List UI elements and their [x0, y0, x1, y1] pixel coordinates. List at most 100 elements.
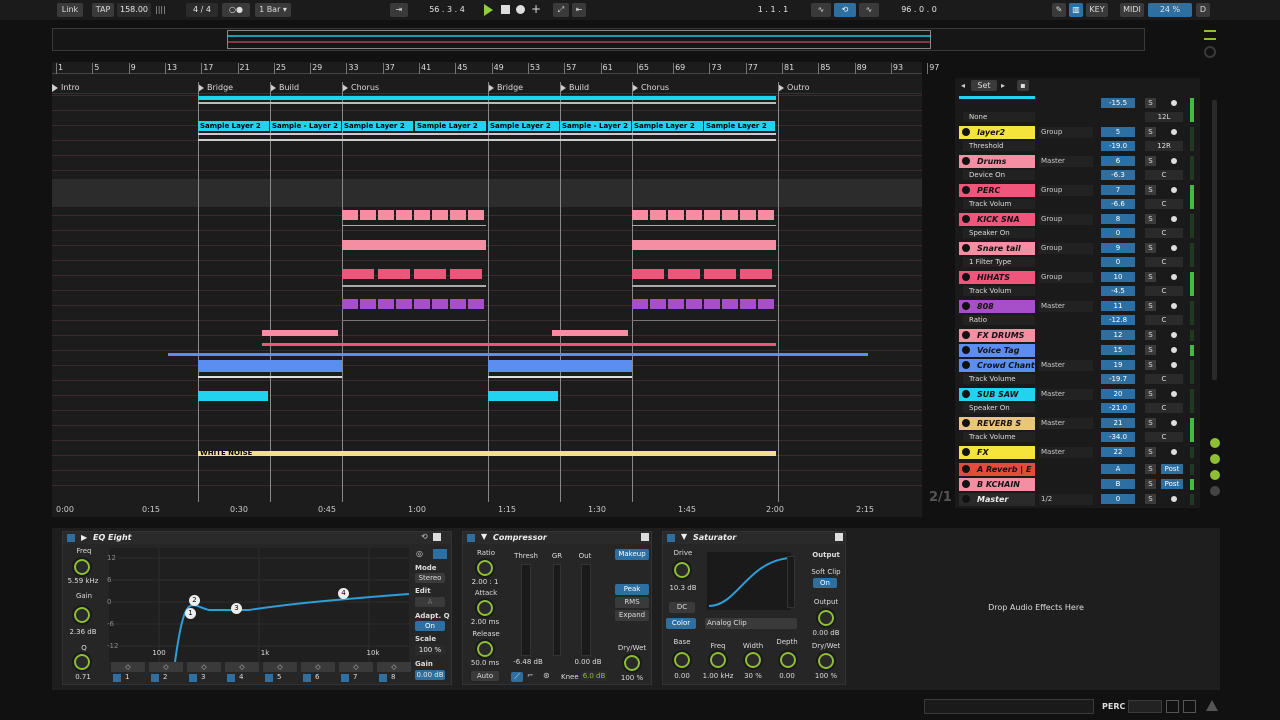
pan-field[interactable]: C — [1145, 257, 1183, 267]
bar-number[interactable]: 33 — [346, 63, 359, 74]
mixer-track-row[interactable]: PERC Group 7 S Track Volum -6.6 C — [955, 183, 1200, 212]
pan-field[interactable]: 12R — [1145, 141, 1183, 151]
clip-region[interactable] — [668, 210, 684, 220]
clip-region[interactable] — [450, 210, 466, 220]
arm-button[interactable] — [1171, 347, 1177, 353]
eq-point-2[interactable]: 2 — [189, 595, 200, 606]
sat-softclip-toggle[interactable]: On — [813, 578, 837, 588]
track-fold-icon[interactable] — [962, 273, 970, 281]
track-number[interactable]: 21 — [1101, 418, 1135, 428]
solo-button[interactable]: S — [1145, 127, 1156, 137]
pan-field[interactable]: C — [1145, 432, 1183, 442]
clip-region[interactable] — [488, 360, 632, 372]
volume-field[interactable]: -4.5 — [1101, 286, 1135, 296]
solo-button[interactable]: S — [1145, 185, 1156, 195]
midi-map-button[interactable]: MIDI — [1120, 3, 1144, 17]
send-post-button[interactable]: Post — [1161, 479, 1183, 489]
bar-number[interactable]: 77 — [745, 63, 758, 74]
eq-point-3[interactable]: 3 — [231, 603, 242, 614]
time-mark[interactable]: 0:45 — [318, 505, 336, 514]
time-mark[interactable]: 1:15 — [498, 505, 516, 514]
mixer-track-row[interactable]: layer2 Group 5 S Threshold -19.0 12R — [955, 125, 1200, 154]
arm-button[interactable] — [1171, 449, 1177, 455]
track-name[interactable]: Crowd Chant — [959, 359, 1035, 372]
automation-lane-chooser[interactable]: Track Volume — [963, 432, 1035, 442]
eq-band-enable[interactable] — [341, 674, 349, 682]
clip-region[interactable] — [342, 240, 486, 250]
eq-band-enable[interactable] — [189, 674, 197, 682]
track-fold-icon[interactable] — [962, 448, 970, 456]
output-routing[interactable]: Master — [1039, 360, 1093, 371]
track-name[interactable]: HIHATS — [959, 271, 1035, 284]
arm-button[interactable] — [1171, 245, 1177, 251]
mixer-track-row[interactable]: A Reverb | E A S Post — [955, 462, 1200, 477]
clip-region[interactable] — [262, 330, 338, 336]
mixer-track-row[interactable]: 808 Master 11 S Ratio -12.8 C — [955, 299, 1200, 328]
eq-band-filter-button[interactable]: ◇ — [187, 662, 221, 672]
arm-button[interactable] — [1171, 362, 1177, 368]
clip-region[interactable] — [632, 299, 648, 309]
bar-number[interactable]: 85 — [818, 63, 830, 74]
forward-icon[interactable]: ▸ — [1001, 81, 1005, 90]
eq-band-filter-button[interactable]: ◇ — [301, 662, 335, 672]
solo-button[interactable]: S — [1145, 330, 1156, 340]
browser-toggle-icon[interactable] — [1204, 30, 1216, 40]
solo-button[interactable]: S — [1145, 479, 1156, 489]
clip-region[interactable] — [450, 269, 482, 279]
mixer-scrollbar[interactable] — [1212, 100, 1217, 380]
audio-clip[interactable]: Sample - Layer 2 — [270, 121, 341, 131]
track-number[interactable]: 10 — [1101, 272, 1135, 282]
track-fold-icon[interactable] — [962, 128, 970, 136]
pan-field[interactable]: C — [1145, 315, 1183, 325]
clip-region[interactable] — [632, 240, 776, 250]
clip-region[interactable] — [758, 210, 774, 220]
bar-number[interactable]: 37 — [382, 63, 395, 74]
track-fold-icon[interactable] — [962, 215, 970, 223]
spectrum-icon[interactable] — [433, 549, 447, 559]
time-mark[interactable]: 2:00 — [766, 505, 784, 514]
track-lanes[interactable]: Sample Layer 2 Sample - Layer 2 Sample Lay… — [52, 82, 922, 502]
solo-button[interactable]: S — [1145, 301, 1156, 311]
track-fold-icon[interactable] — [962, 186, 970, 194]
solo-button[interactable]: S — [1145, 447, 1156, 457]
output-routing[interactable]: Master — [1039, 418, 1093, 429]
track-number[interactable]: A — [1101, 464, 1135, 474]
punch-button[interactable]: ⇤ — [572, 3, 586, 17]
time-mark[interactable]: 1:30 — [588, 505, 606, 514]
track-number[interactable]: 15 — [1101, 345, 1135, 355]
clip-region[interactable] — [198, 376, 342, 378]
eq-band-filter-button[interactable]: ◇ — [225, 662, 259, 672]
clip-region[interactable] — [198, 391, 268, 401]
clip-region[interactable] — [262, 343, 776, 346]
audio-clip[interactable]: WHITE NOISE — [198, 451, 776, 456]
mixer-track-row[interactable]: Voice Tag 15 S — [955, 343, 1200, 358]
output-routing[interactable]: Master — [1039, 156, 1093, 167]
bar-number[interactable]: 53 — [527, 63, 540, 74]
locator-marker[interactable]: Outro — [778, 82, 810, 94]
track-name[interactable]: SUB SAW — [959, 388, 1035, 401]
track-fold-icon[interactable] — [962, 331, 970, 339]
bar-number[interactable]: 73 — [709, 63, 722, 74]
eq-edit-switch[interactable]: A — [415, 597, 445, 607]
bar-number[interactable]: 21 — [237, 63, 250, 74]
automation-lane-chooser[interactable]: Device On — [963, 170, 1035, 180]
mixer-track-row[interactable]: Drums Master 6 S Device On -6.3 C — [955, 154, 1200, 183]
clip-region[interactable] — [686, 210, 702, 220]
arrangement-overview[interactable] — [52, 28, 1145, 51]
time-mark[interactable]: 0:30 — [230, 505, 248, 514]
track-name[interactable]: PERC — [959, 184, 1035, 197]
bar-number[interactable]: 9 — [128, 63, 136, 74]
loop-switch-icon[interactable]: ⟲ — [834, 3, 856, 17]
device-view-icon[interactable] — [1183, 700, 1196, 713]
output-routing[interactable]: Master — [1039, 447, 1093, 458]
bar-number[interactable]: 81 — [782, 63, 794, 74]
output-routing[interactable]: Group — [1039, 127, 1093, 138]
track-number[interactable]: 22 — [1101, 447, 1135, 457]
track-number[interactable]: 8 — [1101, 214, 1135, 224]
comp-rms-toggle[interactable]: RMS — [615, 597, 649, 608]
mixer-track-row[interactable]: Snare tail Group 9 S 1 Filter Type 0 C — [955, 241, 1200, 270]
returns-toggle-icon[interactable] — [1210, 470, 1220, 480]
mixer-track-row[interactable]: REVERB S Master 21 S Track Volume -34.0 C — [955, 416, 1200, 445]
clip-region[interactable] — [488, 376, 632, 378]
comp-knee-shape-icon[interactable]: ⌐ — [527, 671, 534, 680]
